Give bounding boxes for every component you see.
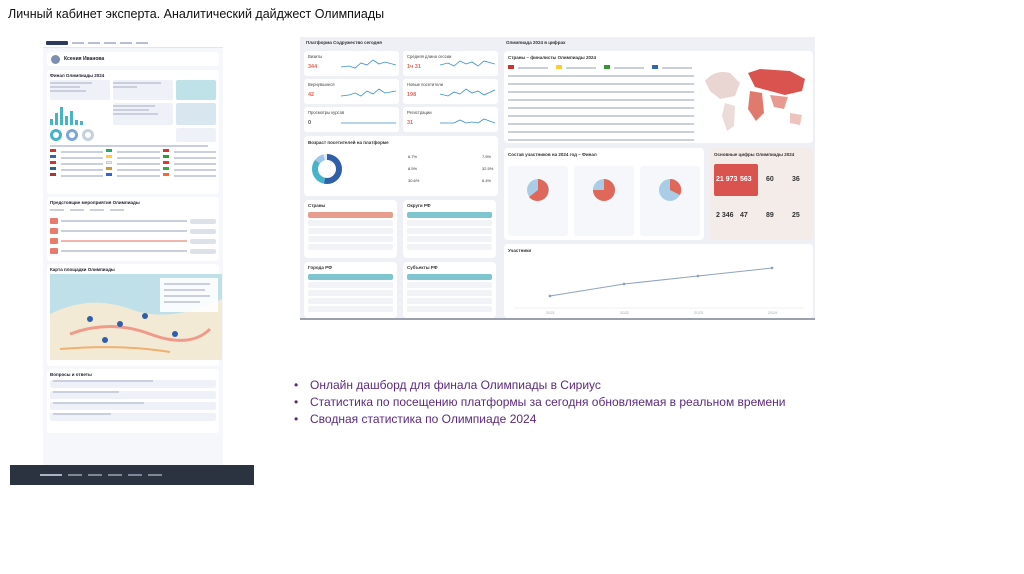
bullet-item: • Онлайн дашборд для финала Олимпиады в С… — [294, 378, 601, 392]
avatar — [51, 54, 60, 64]
profile-card: Ксения Иванова — [47, 52, 219, 66]
participants-composition-panel: Состав участников на 2024 год – Финал — [504, 148, 704, 240]
regions-list-panel: Субъекты РФ — [403, 262, 496, 318]
nav-link[interactable] — [136, 41, 148, 44]
world-map[interactable] — [700, 61, 810, 141]
countries-list-panel: Страны — [304, 200, 397, 258]
nav-link[interactable] — [120, 41, 132, 44]
districts-list-panel: Округи РФ — [403, 200, 496, 258]
section-heading: Карта площадки Олимпиады — [50, 267, 115, 272]
kpi-card: Вернувшиеся 42 — [304, 79, 399, 104]
age-donut-chart — [312, 154, 342, 184]
event-button[interactable] — [190, 248, 216, 254]
bullet-list: • Онлайн дашборд для финала Олимпиады в С… — [294, 377, 914, 428]
event-button[interactable] — [190, 218, 216, 224]
slide-title: Личный кабинет эксперта. Аналитический д… — [8, 7, 385, 21]
events-section: Предстоящие мероприятия Олимпиады — [47, 197, 219, 261]
kpi-card: Средняя длина сессии 1ч 31 — [403, 51, 498, 76]
countries-map-panel: Страны – финалисты Олимпиады 2024 — [504, 51, 813, 143]
event-button[interactable] — [190, 228, 216, 234]
kpi-card: Визиты 344 — [304, 51, 399, 76]
venue-map[interactable] — [50, 274, 222, 360]
pie-chart — [659, 178, 682, 201]
nav-link[interactable] — [104, 41, 116, 44]
final-section: Финал Олимпиады 2024 — [47, 70, 219, 194]
section-heading: Предстоящие мероприятия Олимпиады — [50, 200, 140, 205]
nav-link[interactable] — [72, 41, 84, 44]
map-section: Карта площадки Олимпиады — [47, 264, 222, 366]
expert-cabinet-page: Ксения Иванова Финал Олимпиады 2024 Пред… — [43, 38, 223, 466]
profile-name: Ксения Иванова — [64, 56, 105, 62]
section-heading: Вопросы и ответы — [50, 372, 92, 377]
kpi-card: Просмотры курсов 0 — [304, 107, 399, 132]
pie-chart — [593, 179, 615, 201]
bullet-item: • Статистика по посещению платформы за се… — [294, 395, 786, 409]
nav-link[interactable] — [88, 41, 100, 44]
faq-item[interactable] — [50, 402, 216, 410]
section-heading: Финал Олимпиады 2024 — [50, 73, 105, 78]
event-button[interactable] — [190, 238, 216, 244]
bullet-item: • Сводная статистика по Олимпиаде 2024 — [294, 412, 537, 426]
faq-section: Вопросы и ответы — [47, 369, 219, 433]
kpi-card: Регистрации 31 — [403, 107, 498, 132]
logo — [46, 40, 68, 45]
faq-item[interactable] — [50, 380, 216, 388]
main-numbers-panel: Основные цифры Олимпиады 2024 21 973 563… — [710, 148, 813, 240]
expert-cabinet-screenshot: Ксения Иванова Финал Олимпиады 2024 Пред… — [10, 38, 254, 485]
age-panel: Возраст посетителей на платформе 6.7% 8.… — [304, 136, 498, 196]
top-nav — [43, 38, 223, 48]
participants-line-panel: Участники 2021 2022 2023 2024 — [504, 244, 813, 318]
page-footer — [10, 465, 254, 485]
faq-item[interactable] — [50, 413, 216, 421]
faq-item[interactable] — [50, 391, 216, 399]
pie-chart — [527, 179, 549, 201]
dashboard-header-left: Платформа Содружество сегодня — [306, 40, 382, 45]
dashboard-screenshot: Платформа Содружество сегодня Олимпиада … — [300, 37, 815, 320]
participants-line-chart — [514, 266, 804, 309]
kpi-card: Новые посетители 198 — [403, 79, 498, 104]
dashboard-header-right: Олимпиада 2024 в цифрах — [506, 40, 566, 45]
cities-list-panel: Города РФ — [304, 262, 397, 318]
